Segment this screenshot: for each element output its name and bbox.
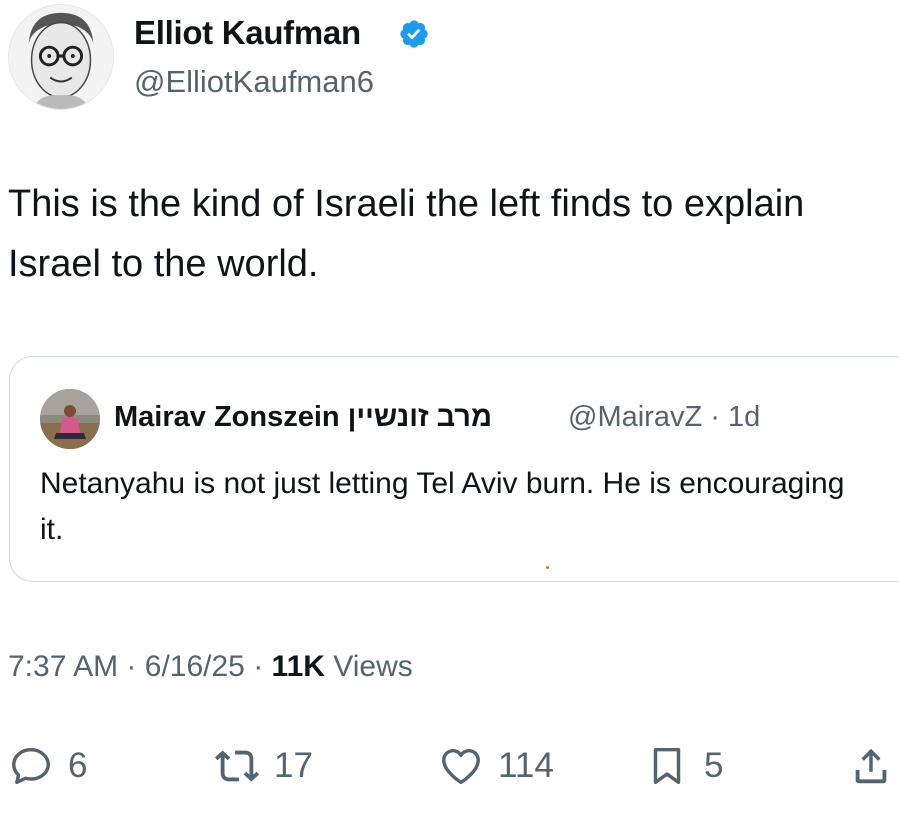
quoted-tweet-age[interactable]: 1d	[728, 401, 760, 433]
author-name[interactable]: Elliot Kaufman	[134, 14, 361, 52]
meta-separator: ·	[253, 650, 264, 683]
tweet-timestamp-row: 7:37 AM · 6/16/25 · 11K Views	[8, 650, 413, 684]
heart-icon	[442, 748, 480, 785]
reply-count: 6	[68, 746, 88, 785]
meta-separator: ·	[710, 401, 720, 433]
tweet-time[interactable]: 7:37 AM	[8, 650, 118, 683]
quoted-author-name[interactable]: Mairav Zonszein מרב זונשיין	[114, 401, 492, 434]
views-count[interactable]: 11K	[272, 650, 325, 683]
author-portrait	[9, 5, 113, 109]
reply-icon	[12, 747, 50, 785]
reply-button[interactable]: 6	[8, 740, 87, 792]
like-count: 114	[498, 746, 554, 785]
verified-badge-icon	[400, 20, 428, 48]
quoted-author-avatar[interactable]	[40, 389, 100, 449]
bookmark-icon	[653, 747, 681, 785]
share-button[interactable]	[848, 740, 894, 792]
tweet-text: This is the kind of Israeli the left fin…	[8, 183, 805, 285]
share-icon	[855, 748, 887, 784]
meta-separator: ·	[126, 650, 137, 683]
repost-count: 17	[274, 746, 313, 785]
like-button[interactable]: 114	[438, 740, 554, 792]
quoted-meta: @MairavZ · 1d	[568, 401, 760, 434]
bookmark-button[interactable]: 5	[644, 740, 723, 792]
quoted-avatar-photo	[40, 389, 100, 449]
author-avatar[interactable]	[8, 4, 114, 110]
author-handle[interactable]: @ElliotKaufman6	[134, 64, 374, 100]
quoted-tweet-card[interactable]: Mairav Zonszein מרב זונשיין @MairavZ · 1…	[9, 356, 899, 582]
decorative-dot	[546, 566, 549, 569]
quoted-tweet-text: Netanyahu is not just letting Tel Aviv b…	[40, 467, 845, 546]
views-label: Views	[333, 650, 413, 683]
repost-button[interactable]: 17	[214, 740, 313, 792]
bookmark-count: 5	[704, 746, 724, 785]
quoted-author-handle[interactable]: @MairavZ	[568, 401, 702, 433]
tweet-date[interactable]: 6/16/25	[145, 650, 245, 683]
repost-icon	[214, 750, 260, 782]
